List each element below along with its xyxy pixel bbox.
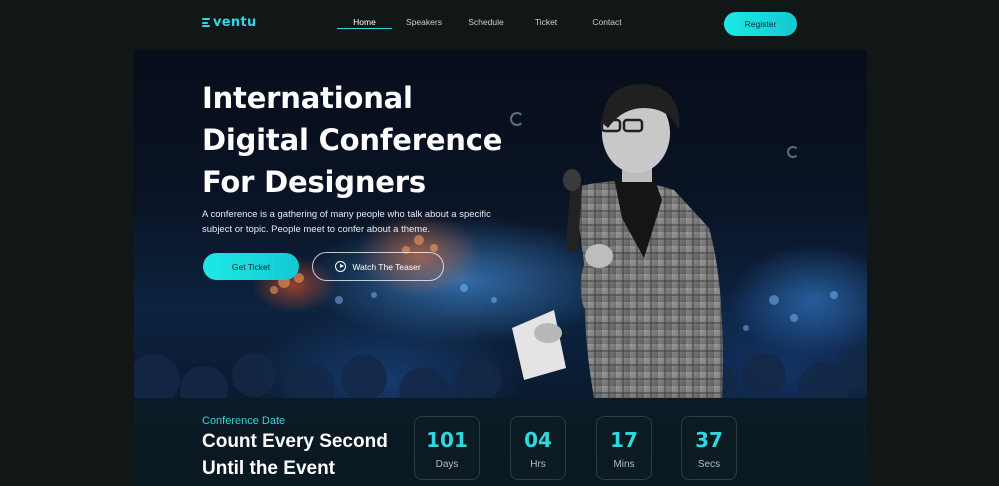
- play-circle-icon: [335, 261, 347, 272]
- countdown-seconds: 37 Secs: [681, 416, 737, 480]
- hero-section: International Digital Conference For Des…: [134, 50, 867, 398]
- get-ticket-button[interactable]: Get Ticket: [203, 253, 299, 280]
- hero-title: International Digital Conference For Des…: [202, 81, 503, 199]
- countdown-unit: Hrs: [530, 459, 546, 470]
- watch-teaser-label: Watch The Teaser: [352, 261, 421, 272]
- countdown-value: 37: [695, 428, 723, 452]
- countdown-value: 17: [610, 428, 638, 452]
- nav-link-home[interactable]: Home: [337, 17, 392, 27]
- nav-link-schedule[interactable]: Schedule: [462, 17, 510, 27]
- countdown-hours: 04 Hrs: [510, 416, 566, 480]
- countdown-unit: Days: [435, 459, 459, 470]
- watch-teaser-button[interactable]: Watch The Teaser: [312, 252, 444, 281]
- nav-link-ticket[interactable]: Ticket: [525, 17, 567, 27]
- countdown-value: 04: [524, 428, 552, 452]
- countdown-minutes: 17 Mins: [596, 416, 652, 480]
- countdown-days: 101 Days: [414, 416, 480, 480]
- nav-links: Home Speakers Schedule Ticket Contact: [0, 17, 999, 37]
- top-navigation: ventu Home Speakers Schedule Ticket Cont…: [0, 0, 999, 48]
- active-nav-indicator: [337, 28, 392, 29]
- speaker-photo: [512, 83, 723, 398]
- nav-link-speakers[interactable]: Speakers: [400, 17, 448, 27]
- countdown-heading: Count Every Second Until the Event: [202, 431, 388, 479]
- decorative-ring: [787, 146, 799, 158]
- nav-link-contact[interactable]: Contact: [585, 17, 629, 27]
- countdown-value: 101: [426, 428, 468, 452]
- countdown-unit: Secs: [697, 459, 721, 470]
- countdown-unit: Mins: [613, 459, 635, 470]
- conference-date-label: Conference Date: [202, 415, 286, 427]
- register-button[interactable]: Register: [724, 12, 797, 36]
- hero-description: A conference is a gathering of many peop…: [202, 209, 491, 235]
